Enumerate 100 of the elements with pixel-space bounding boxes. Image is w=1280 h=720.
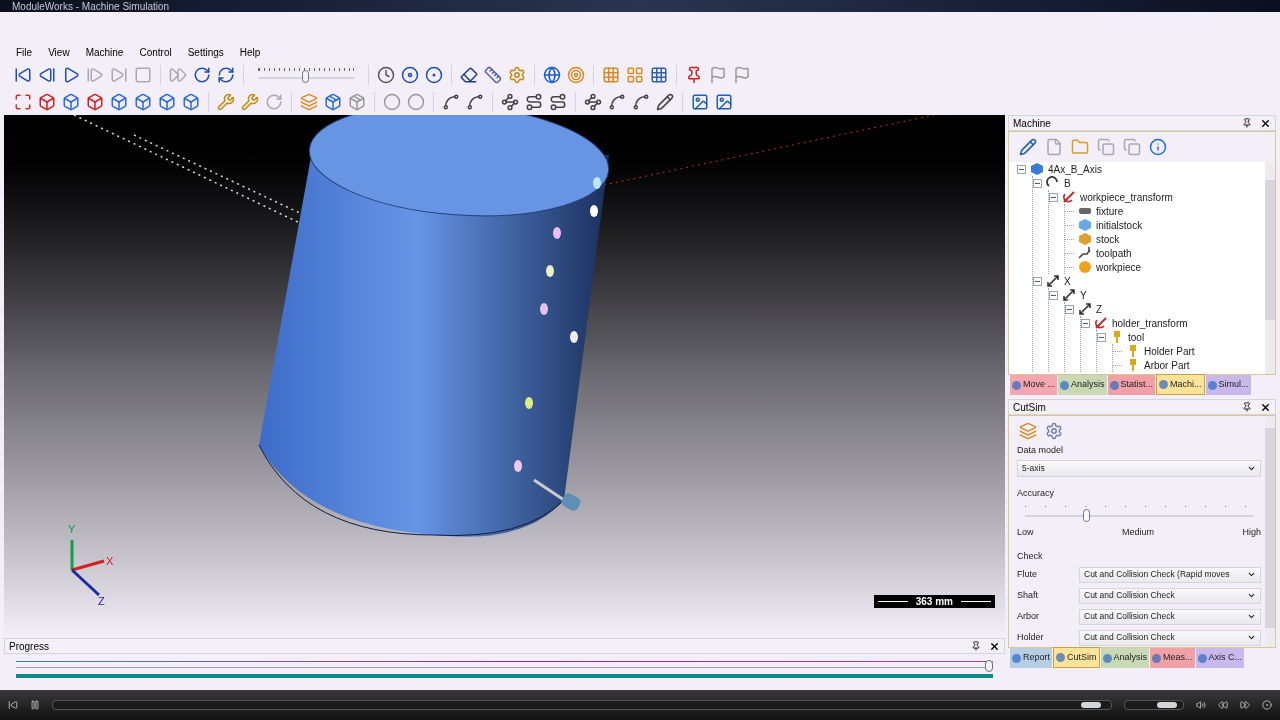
ruler-icon[interactable]: [482, 64, 504, 86]
window-title: ModuleWorks - Machine Simulation: [12, 2, 170, 12]
caret-icon: [1247, 591, 1256, 600]
record-icon[interactable]: [1262, 700, 1272, 710]
panel-tab[interactable]: Report: [1010, 648, 1052, 668]
tree-item[interactable]: X: [1064, 273, 1071, 289]
dropdown[interactable]: Cut and Collision Check (Rapid moves: [1079, 566, 1261, 583]
axis-label: X: [106, 555, 114, 567]
field-label: Holder: [1017, 630, 1044, 644]
tree-item[interactable]: toolpath: [1096, 245, 1132, 261]
axis-icon: [1046, 274, 1060, 288]
close-icon[interactable]: [989, 640, 1000, 652]
field-label: Shaft: [1017, 588, 1038, 602]
volume-track[interactable]: [1124, 700, 1184, 710]
menu-item[interactable]: Machine: [85, 44, 124, 60]
axis-icon: [1078, 302, 1092, 316]
speed-slider[interactable]: [258, 67, 354, 83]
disc-icon[interactable]: [399, 64, 421, 86]
slider-thumb[interactable]: [985, 660, 993, 672]
panel-title: Machine: [1013, 116, 1052, 131]
rewind-icon[interactable]: [1218, 700, 1228, 710]
dropdown[interactable]: 5-axis: [1017, 459, 1261, 477]
collapse-toggle[interactable]: [1033, 276, 1042, 286]
fast-forward-icon[interactable]: [1240, 700, 1250, 710]
workpiece-icon: [1078, 260, 1092, 274]
collapse-toggle[interactable]: [1049, 290, 1058, 300]
target-icon[interactable]: [423, 64, 445, 86]
pin-icon[interactable]: [1242, 118, 1252, 128]
scrollbar[interactable]: [1265, 416, 1275, 647]
tree-item[interactable]: holder_transform: [1112, 315, 1188, 331]
collapse-toggle[interactable]: [1017, 164, 1026, 174]
clock-icon[interactable]: [375, 64, 397, 86]
panel-tab[interactable]: Machi...: [1156, 374, 1205, 395]
toolpath-icon: [1078, 246, 1092, 260]
scrollbar[interactable]: [1265, 162, 1275, 374]
panel-tab[interactable]: Simul...: [1205, 375, 1251, 395]
tree-item[interactable]: workpiece_transform: [1080, 189, 1173, 205]
panel-tab[interactable]: Analysis: [1100, 648, 1150, 668]
field-label: Flute: [1017, 567, 1037, 581]
pin-icon[interactable]: [1242, 402, 1252, 412]
panel-tab[interactable]: Statist...: [1107, 375, 1156, 395]
section-label: Check: [1017, 549, 1044, 563]
close-icon[interactable]: [1260, 117, 1271, 129]
scale-bar: 363 mm: [873, 595, 995, 608]
panel-tab[interactable]: Move ...: [1010, 375, 1057, 395]
info-icon[interactable]: [1147, 136, 1169, 158]
tree-item[interactable]: stock: [1096, 231, 1120, 247]
scale-label: High: [1242, 526, 1261, 539]
menu-item[interactable]: Control: [139, 44, 172, 60]
collapse-toggle[interactable]: [1065, 304, 1074, 314]
field-label: Data model: [1017, 444, 1065, 457]
menu-item[interactable]: File: [16, 44, 33, 60]
tree-item[interactable]: Holder Part: [1144, 343, 1195, 359]
axis-label: Y: [68, 523, 76, 535]
caret-icon: [1247, 633, 1256, 642]
panel-title: Progress: [9, 639, 50, 654]
axis-triad-drawing: [70, 540, 105, 597]
scale-label: Low: [1017, 526, 1034, 539]
dropdown[interactable]: Cut and Collision Check: [1079, 587, 1261, 604]
caret-icon: [1247, 612, 1256, 621]
tree-item[interactable]: fixture: [1096, 203, 1124, 219]
panel-tab[interactable]: Axis C...: [1195, 648, 1245, 668]
collapse-toggle[interactable]: [1049, 192, 1058, 202]
collapse-toggle[interactable]: [1081, 318, 1090, 328]
panel-title: CutSim: [1013, 400, 1047, 415]
tree-item[interactable]: initialstock: [1096, 217, 1143, 233]
transform-icon: [1062, 190, 1076, 204]
tree-item[interactable]: Y: [1080, 287, 1087, 303]
tree-item[interactable]: tool: [1128, 329, 1145, 345]
tree-item[interactable]: B: [1064, 175, 1071, 191]
axis-label: Z: [98, 595, 105, 607]
menu-item[interactable]: View: [48, 44, 70, 60]
pause-icon[interactable]: [30, 700, 40, 710]
field-label: Arbor: [1017, 609, 1039, 623]
collapse-toggle[interactable]: [1033, 178, 1042, 188]
volume-icon[interactable]: [1196, 700, 1206, 710]
field-label: Accuracy: [1017, 486, 1055, 500]
tree-item[interactable]: Arbor Part: [1144, 357, 1190, 373]
edit-icon[interactable]: [1017, 136, 1039, 158]
dropdown[interactable]: Cut and Collision Check: [1079, 608, 1261, 625]
menu-item[interactable]: Settings: [187, 44, 224, 60]
seek-track[interactable]: [52, 700, 1112, 710]
rotary-icon: [1046, 176, 1060, 190]
collapse-toggle[interactable]: [1097, 332, 1106, 342]
pin-icon[interactable]: [971, 641, 981, 651]
panel-tab[interactable]: CutSim: [1053, 647, 1100, 668]
globe-icon[interactable]: [541, 64, 563, 86]
skip-back-icon[interactable]: [8, 700, 18, 710]
dropdown[interactable]: Cut and Collision Check: [1079, 629, 1261, 646]
transform-icon: [1094, 316, 1108, 330]
tree-item[interactable]: workpiece: [1096, 259, 1142, 275]
tree-item[interactable]: Z: [1096, 301, 1103, 317]
scale-label: Medium: [1122, 526, 1154, 539]
close-icon[interactable]: [1260, 401, 1271, 413]
tree-item[interactable]: 4Ax_B_Axis: [1048, 162, 1102, 177]
panel-tab[interactable]: Analysis: [1058, 375, 1107, 395]
cutstock-icon: [1078, 232, 1092, 246]
panel-tab[interactable]: Meas...: [1150, 648, 1195, 668]
eraser-icon[interactable]: [458, 64, 480, 86]
menu-item[interactable]: Help: [239, 44, 261, 60]
